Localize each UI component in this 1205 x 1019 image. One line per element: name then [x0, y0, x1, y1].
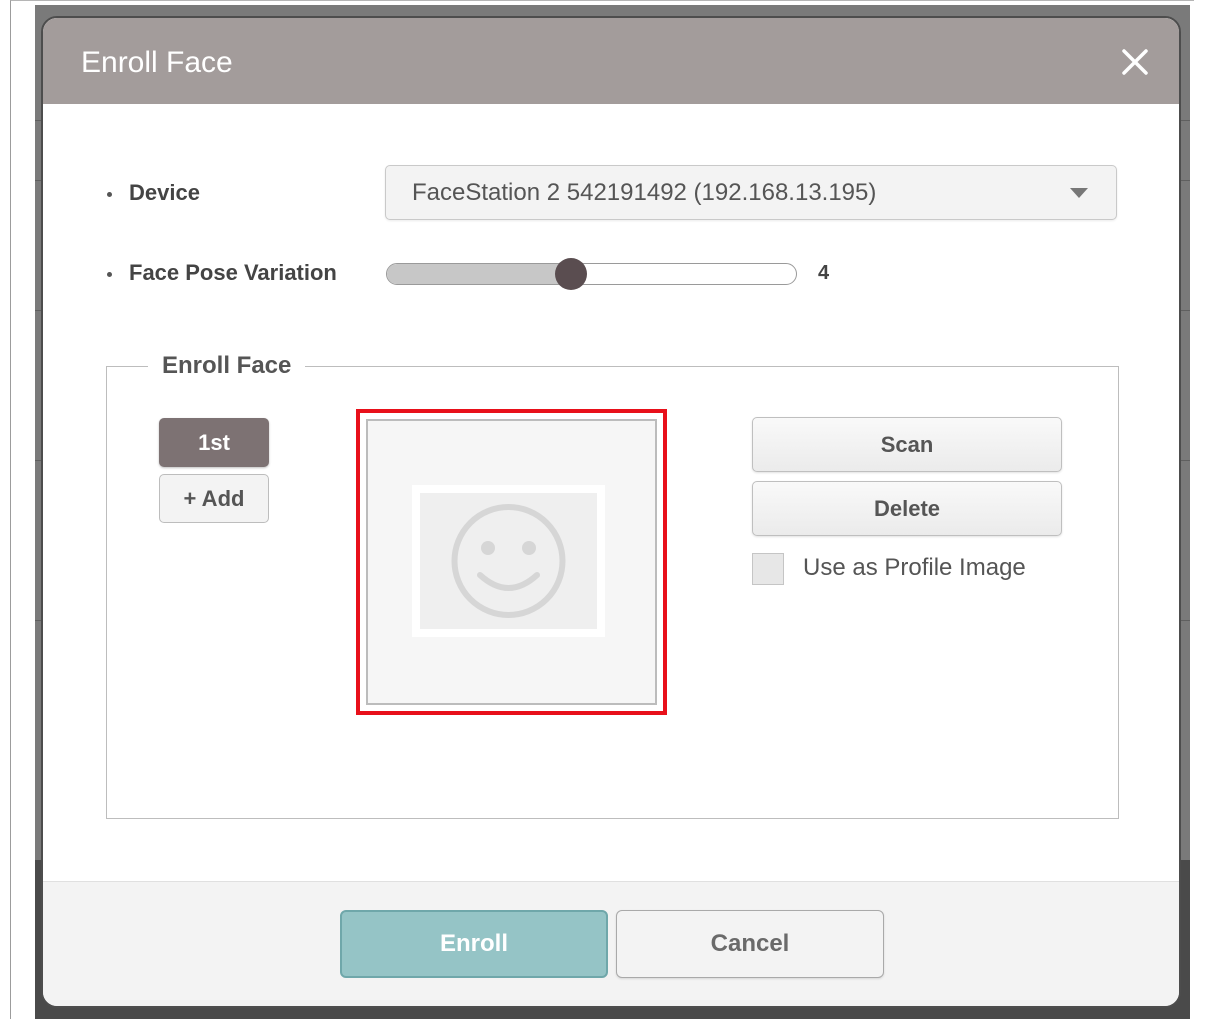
- dialog-header: Enroll Face: [43, 18, 1179, 104]
- profile-image-checkbox[interactable]: [752, 553, 784, 585]
- enroll-face-legend: Enroll Face: [148, 352, 306, 380]
- device-selected-value: FaceStation 2 542191492 (192.168.13.195): [412, 179, 877, 206]
- smiley-face-icon: [451, 504, 566, 618]
- scan-button[interactable]: Scan: [752, 417, 1062, 472]
- bullet-icon: [107, 272, 112, 277]
- chevron-down-icon: [1070, 188, 1088, 198]
- add-slot-button[interactable]: + Add: [159, 474, 269, 523]
- face-preview: [366, 419, 657, 705]
- device-select[interactable]: FaceStation 2 542191492 (192.168.13.195): [385, 165, 1117, 220]
- enroll-button[interactable]: Enroll: [340, 910, 608, 978]
- pose-variation-value: 4: [818, 262, 830, 284]
- pose-variation-slider[interactable]: [386, 263, 797, 285]
- dialog-footer: [43, 881, 1179, 1006]
- face-placeholder: [412, 485, 605, 637]
- face-placeholder-inner: [420, 493, 597, 629]
- slider-fill: [387, 264, 572, 284]
- enroll-face-dialog: Enroll Face Device FaceStation 2 5421914…: [41, 16, 1181, 1008]
- slider-handle[interactable]: [554, 258, 587, 290]
- cancel-button[interactable]: Cancel: [616, 910, 884, 978]
- face-slot-1st[interactable]: 1st: [159, 418, 269, 467]
- delete-button[interactable]: Delete: [752, 481, 1062, 536]
- bullet-icon: [107, 192, 112, 197]
- device-label: Device: [129, 180, 200, 205]
- dialog-title: Enroll Face: [81, 46, 233, 79]
- face-preview-highlight: [356, 409, 667, 715]
- pose-variation-label: Face Pose Variation: [129, 260, 337, 285]
- profile-image-label: Use as Profile Image: [803, 554, 1026, 581]
- close-icon: [1122, 49, 1148, 75]
- close-button[interactable]: [1115, 42, 1155, 82]
